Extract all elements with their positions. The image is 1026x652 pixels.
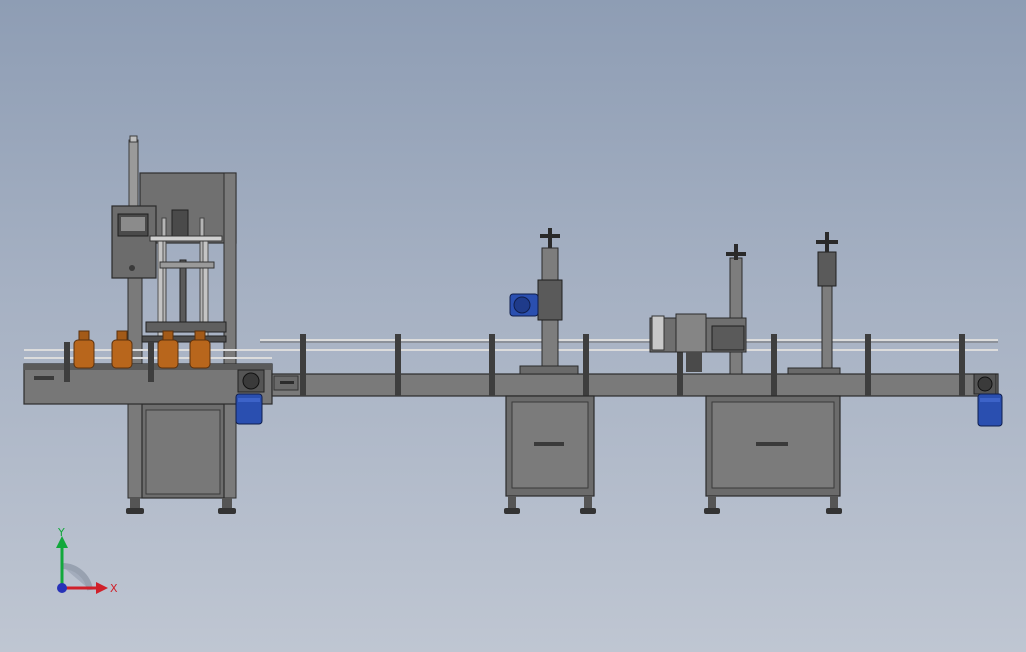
screw-capper-stem [825,232,829,252]
dosing-block [171,209,189,239]
screw-capper-column [821,285,833,375]
cad-viewport[interactable]: Y X [0,0,1026,652]
label-roll [651,315,665,351]
hmi-display [121,217,145,231]
labeler-handwheel-stem [734,244,738,260]
lead-screw [179,259,187,323]
crossbar-mid [159,261,215,269]
labeler-base [686,352,702,372]
capper-base [519,365,579,375]
screw-capper-head [817,251,837,287]
foot-left-pad [126,508,144,514]
labeling-station[interactable] [649,244,747,375]
filling-machine[interactable] [111,135,237,514]
foot-left [130,498,140,508]
capper-handwheel-stem [548,228,552,248]
z-axis-origin [57,583,67,593]
foot-right-pad [218,508,236,514]
labeling-cabinet [704,395,842,514]
labeler-plate [711,325,745,351]
capper-head [537,279,563,321]
infeed-label-plate [34,376,54,380]
screw-capper-base [787,367,841,375]
conveyor-tag [280,381,294,384]
y-axis-label: Y [57,528,65,539]
infeed-motor [235,369,265,425]
cabinet-handle[interactable] [756,442,788,446]
coordinate-triad[interactable]: Y X [40,528,130,608]
cabinet-handle[interactable] [534,442,564,446]
bottle-1 [73,330,95,369]
filler-cabinet-door [145,409,221,495]
capper-motor [509,293,539,317]
x-axis-arrow [96,582,108,594]
panel-button[interactable] [129,265,135,271]
capping-cabinet [504,395,596,514]
vent-pipe-cap [129,135,138,143]
nozzle-bar [145,321,227,333]
nozzle-bar-lower [141,335,227,343]
label-rollers [675,313,707,353]
foot-right [222,498,232,508]
vent-pipe [128,139,139,207]
x-axis-label: X [110,582,118,595]
labeler-column [729,257,743,375]
main-conveyor[interactable] [260,334,1003,427]
machine-model[interactable] [0,0,1026,652]
screw-capper[interactable] [787,232,841,375]
crossbar-upper [149,235,223,242]
capping-station[interactable] [509,228,579,375]
rail-bracket [148,342,154,382]
main-conveyor-bed [271,373,999,397]
rail-bracket [64,342,70,382]
